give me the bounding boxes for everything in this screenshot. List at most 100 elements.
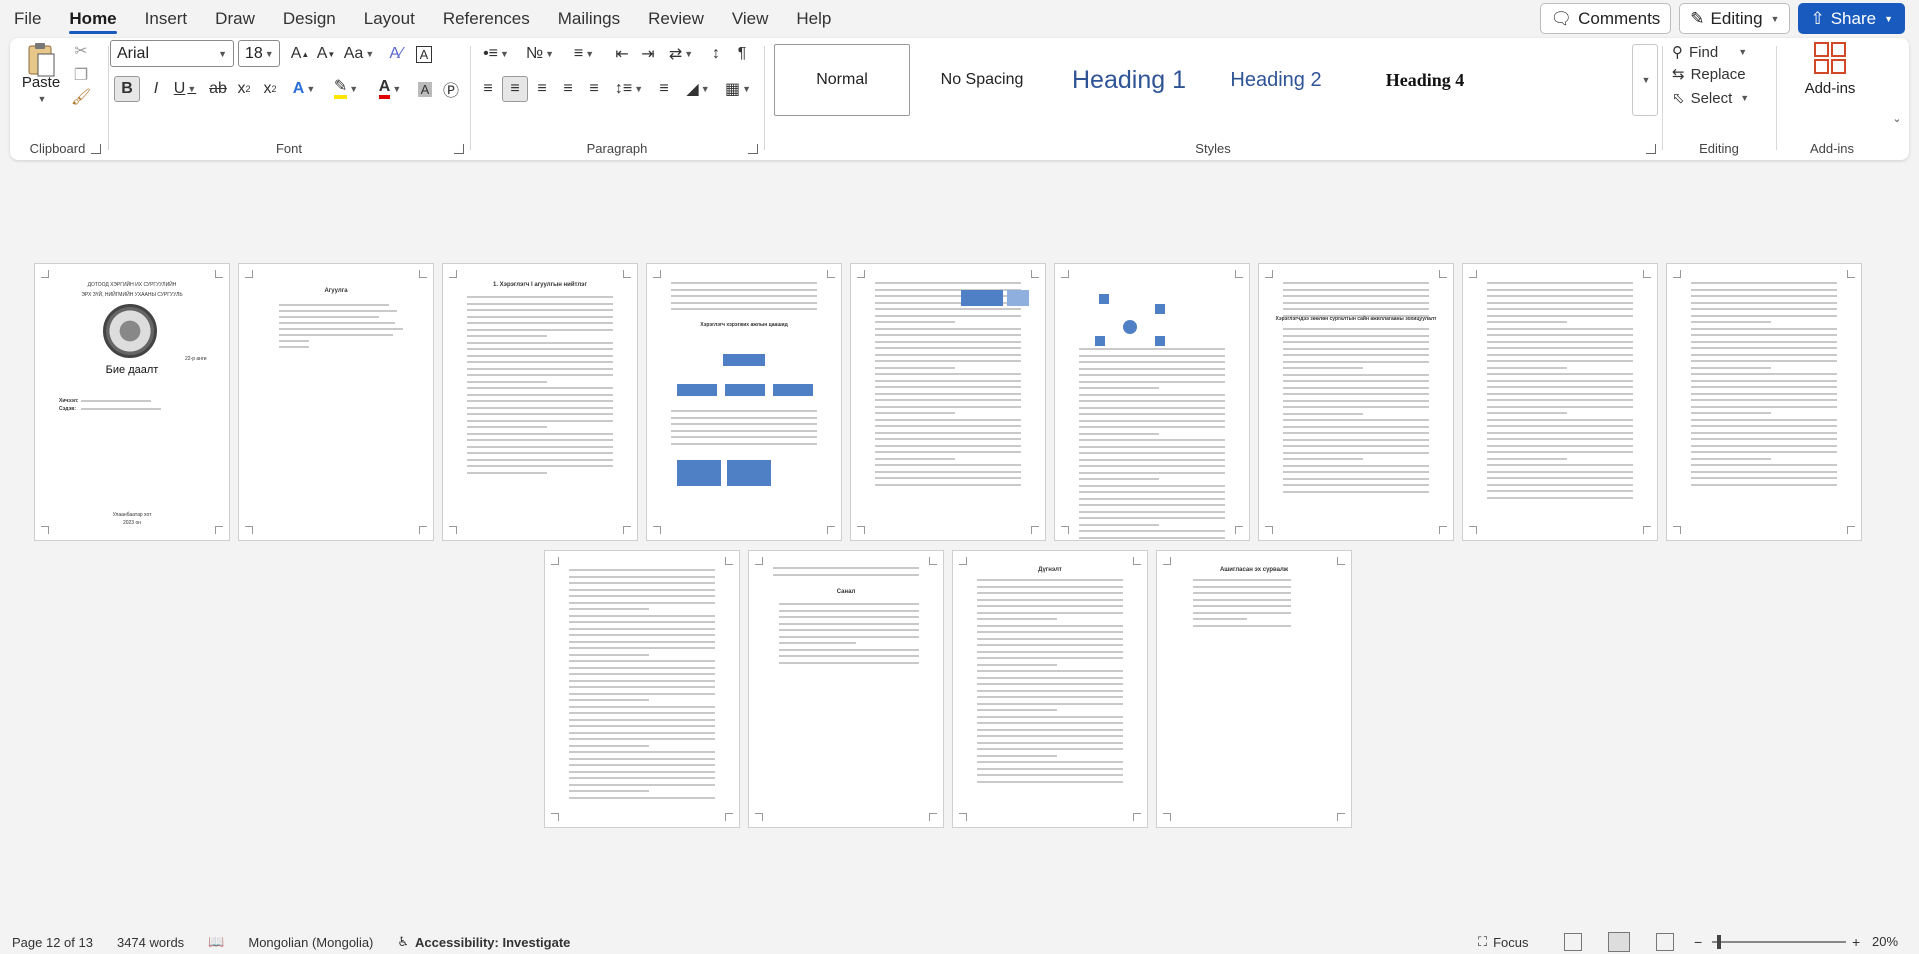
web-layout-icon[interactable] bbox=[1656, 933, 1674, 951]
text-effects-box-icon[interactable]: A bbox=[412, 42, 436, 66]
align-center-icon[interactable]: ≡ bbox=[502, 76, 528, 102]
menu-insert[interactable]: Insert bbox=[131, 0, 202, 38]
page-8[interactable] bbox=[1462, 263, 1658, 541]
zoom-level[interactable]: 20% bbox=[1872, 930, 1898, 954]
paragraph-dialog-launcher[interactable] bbox=[748, 144, 758, 154]
style-heading-1[interactable]: Heading 1 bbox=[1054, 44, 1204, 116]
page-10[interactable] bbox=[544, 550, 740, 828]
numbering-icon[interactable]: № ▼ bbox=[520, 42, 560, 66]
align-left-icon[interactable]: ≡ bbox=[476, 76, 500, 102]
character-shading-icon[interactable]: A bbox=[414, 76, 436, 102]
superscript-icon[interactable]: x2 bbox=[258, 76, 282, 102]
addins-button-label[interactable]: Add-ins bbox=[1786, 80, 1874, 97]
italic-icon[interactable]: I bbox=[144, 76, 168, 102]
style-normal[interactable]: Normal bbox=[774, 44, 910, 116]
menu-file[interactable]: File bbox=[0, 0, 55, 38]
chevron-down-icon[interactable]: ▼ bbox=[34, 94, 48, 104]
multilevel-list-icon[interactable]: ≡ ▼ bbox=[564, 42, 604, 66]
collapse-ribbon-icon[interactable]: ⌄ bbox=[1886, 108, 1906, 128]
page-5[interactable] bbox=[850, 263, 1046, 541]
highlight-icon[interactable]: ✎ ▼ bbox=[328, 76, 364, 102]
print-layout-icon[interactable] bbox=[1608, 932, 1630, 952]
word-count[interactable]: 3474 words bbox=[105, 935, 196, 950]
page-6[interactable] bbox=[1054, 263, 1250, 541]
change-case-icon[interactable]: Aa ▼ bbox=[342, 42, 376, 66]
page-7[interactable]: Хэрэглэгчдээ зөөлөн сургалтын сайн ажилл… bbox=[1258, 263, 1454, 541]
menu-references[interactable]: References bbox=[429, 0, 544, 38]
increase-indent-icon[interactable]: ⇥ bbox=[636, 42, 660, 66]
borders-icon[interactable]: ▦ ▼ bbox=[720, 76, 756, 102]
page-4[interactable]: Хэрэглэгч хэрэгжих ажлын цаашид bbox=[646, 263, 842, 541]
clear-formatting-icon[interactable]: A∕ bbox=[384, 42, 408, 66]
text-effects-icon[interactable]: A ▼ bbox=[288, 76, 320, 102]
text-line bbox=[1691, 340, 1837, 343]
zoom-slider-thumb[interactable] bbox=[1717, 935, 1722, 949]
focus-button[interactable]: ⛶ Focus bbox=[1478, 930, 1529, 954]
find-button[interactable]: ⚲ Find ▼ bbox=[1672, 40, 1768, 64]
font-name-combo[interactable]: Arial ▼ bbox=[110, 40, 234, 67]
accessibility-status[interactable]: ♿ Accessibility: Investigate bbox=[385, 934, 582, 950]
page-12[interactable]: Дүгнэлт bbox=[952, 550, 1148, 828]
bullets-icon[interactable]: •≡ ▼ bbox=[476, 42, 516, 66]
select-button[interactable]: ⬁ Select ▼ bbox=[1672, 86, 1768, 110]
copy-icon[interactable]: ❐ bbox=[70, 64, 92, 86]
font-color-icon[interactable]: A ▼ bbox=[372, 76, 408, 102]
menu-help[interactable]: Help bbox=[782, 0, 845, 38]
paste-label[interactable]: Paste bbox=[20, 74, 62, 91]
page-11[interactable]: Санал bbox=[748, 550, 944, 828]
grow-font-icon[interactable]: A ▲ bbox=[288, 42, 312, 66]
cut-icon[interactable]: ✂ bbox=[70, 40, 92, 62]
page-2[interactable]: Агуулга bbox=[238, 263, 434, 541]
share-button[interactable]: ⇧ Share ▼ bbox=[1798, 3, 1905, 34]
editing-mode-button[interactable]: ✎ Editing ▼ bbox=[1679, 3, 1791, 34]
style-no-spacing[interactable]: No Spacing bbox=[914, 44, 1050, 116]
zoom-out-icon[interactable]: − bbox=[1694, 934, 1706, 950]
show-paragraph-marks-icon[interactable]: ¶ bbox=[730, 42, 754, 66]
decrease-indent-icon[interactable]: ⇤ bbox=[610, 42, 634, 66]
menu-home[interactable]: Home bbox=[55, 0, 130, 38]
style-heading-2[interactable]: Heading 2 bbox=[1208, 44, 1344, 116]
style-heading-4[interactable]: Heading 4 bbox=[1350, 44, 1500, 116]
replace-button[interactable]: ⇆ Replace bbox=[1672, 62, 1768, 86]
page-13[interactable]: Ашигласан эх сурвалж bbox=[1156, 550, 1352, 828]
proofing-icon[interactable]: 📖 bbox=[196, 934, 236, 950]
page-1[interactable]: ДОТООД ХЭРГИЙН ИХ СУРГУУЛИЙН ЭРХ ЗҮЙ, НИ… bbox=[34, 263, 230, 541]
styles-gallery-more-icon[interactable]: ▼ bbox=[1632, 44, 1658, 116]
menu-mailings[interactable]: Mailings bbox=[544, 0, 634, 38]
line-spacing-icon[interactable]: ↕≡ ▼ bbox=[610, 76, 648, 102]
shrink-font-icon[interactable]: A ▼ bbox=[314, 42, 338, 66]
font-size-combo[interactable]: 18 ▼ bbox=[238, 40, 280, 67]
enclose-characters-icon[interactable]: Ⓟ bbox=[440, 76, 462, 102]
menu-draw[interactable]: Draw bbox=[201, 0, 269, 38]
subscript-icon[interactable]: x2 bbox=[232, 76, 256, 102]
document-area[interactable]: ДОТООД ХЭРГИЙН ИХ СУРГУУЛИЙН ЭРХ ЗҮЙ, НИ… bbox=[0, 170, 1919, 930]
menu-review[interactable]: Review bbox=[634, 0, 718, 38]
page-3[interactable]: 1. Хэрэглэгч I агуулгын нийтлэг bbox=[442, 263, 638, 541]
text-line bbox=[1691, 438, 1837, 440]
align-right-icon[interactable]: ≡ bbox=[530, 76, 554, 102]
distributed-icon[interactable]: ≡ bbox=[582, 76, 606, 102]
bold-icon[interactable]: B bbox=[114, 76, 140, 102]
font-dialog-launcher[interactable] bbox=[454, 144, 464, 154]
comments-button[interactable]: 🗨 Comments bbox=[1539, 3, 1672, 34]
clipboard-dialog-launcher[interactable] bbox=[91, 144, 101, 154]
asian-layout-icon[interactable]: ≡ bbox=[652, 76, 676, 102]
underline-icon[interactable]: U ▼ bbox=[170, 76, 200, 102]
sort-icon[interactable]: ↕ bbox=[704, 42, 728, 66]
shading-icon[interactable]: ◢ ▼ bbox=[680, 76, 716, 102]
format-painter-icon[interactable]: 🖌 bbox=[70, 86, 92, 108]
zoom-in-icon[interactable]: + bbox=[1852, 934, 1864, 950]
justify-icon[interactable]: ≡ bbox=[556, 76, 580, 102]
addins-grid-icon[interactable] bbox=[1810, 40, 1850, 76]
styles-dialog-launcher[interactable] bbox=[1646, 144, 1656, 154]
strikethrough-icon[interactable]: ab bbox=[206, 76, 230, 102]
page-count[interactable]: Page 12 of 13 bbox=[0, 935, 105, 950]
language-status[interactable]: Mongolian (Mongolia) bbox=[236, 935, 385, 950]
menu-design[interactable]: Design bbox=[269, 0, 350, 38]
menu-view[interactable]: View bbox=[718, 0, 783, 38]
zoom-slider-track[interactable] bbox=[1712, 941, 1846, 943]
text-direction-icon[interactable]: ⇄ ▼ bbox=[664, 42, 698, 66]
read-mode-icon[interactable] bbox=[1564, 933, 1582, 951]
page-9[interactable] bbox=[1666, 263, 1862, 541]
menu-layout[interactable]: Layout bbox=[350, 0, 429, 38]
